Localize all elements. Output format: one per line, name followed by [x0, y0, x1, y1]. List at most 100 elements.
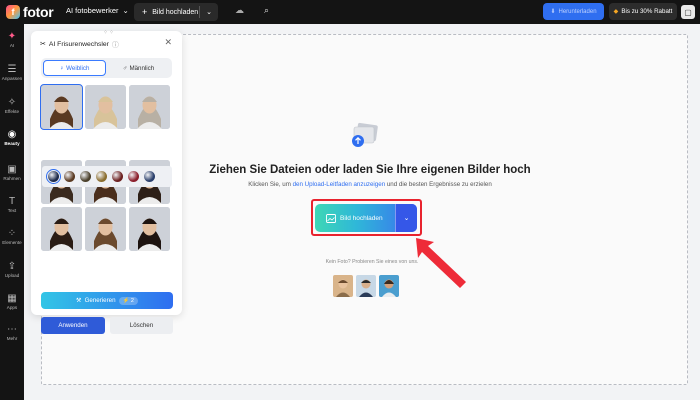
- gender-toggle: ♀ Weiblich ♂ Männlich: [41, 58, 172, 78]
- credit-badge: ⚡ 2: [118, 296, 138, 305]
- hairstyle-option[interactable]: [129, 207, 170, 251]
- discount-button[interactable]: ◆ Bis zu 30% Rabatt: [609, 3, 677, 20]
- upload-guide-link[interactable]: den Upload-Leitfaden anzuzeigen: [293, 181, 386, 188]
- dropzone-subline: Klicken Sie, um den Upload-Leitfaden anz…: [170, 181, 570, 188]
- info-icon[interactable]: ⓘ: [112, 39, 119, 49]
- hairstyle-option[interactable]: [40, 84, 83, 130]
- logo-mark: f: [6, 5, 20, 19]
- top-bar: f fotor AI fotobewerker ⌄ + Bild hochlad…: [0, 0, 700, 24]
- mode-selector[interactable]: AI fotobewerker ⌄: [66, 6, 129, 15]
- sidebar-item-label: Elemente: [2, 240, 22, 245]
- sample-prompt-text: Kein Foto? Probieren Sie eines von uns.: [325, 259, 419, 265]
- image-icon: [326, 213, 336, 223]
- beauty-eye-icon: ◉: [7, 129, 17, 140]
- sidebar-item-ai[interactable]: ✦ AI: [0, 31, 24, 48]
- main-upload-button[interactable]: Bild hochladen ⌄: [315, 204, 417, 232]
- sidebar-item-label: Text: [7, 208, 17, 213]
- sidebar-item-apps[interactable]: ▦ Apps: [0, 293, 24, 310]
- hair-color-swatch[interactable]: [144, 171, 155, 182]
- discount-label: Bis zu 30% Rabatt: [621, 8, 673, 15]
- top-upload-button[interactable]: + Bild hochladen ⌄: [134, 3, 218, 21]
- sample-image[interactable]: [379, 275, 399, 297]
- hairstyle-changer-panel: ⁘⁘ ✂ AI Frisurenwechsler ⓘ ✕ ♀ Weiblich ♂…: [31, 29, 182, 334]
- close-icon[interactable]: ✕: [164, 37, 172, 48]
- male-icon: ♂: [122, 64, 128, 72]
- main-upload-label: Bild hochladen: [340, 214, 383, 222]
- sidebar-item-label: Upload: [4, 273, 20, 278]
- upload-illustration-icon: [352, 122, 378, 147]
- panel-title: AI Frisurenwechsler: [48, 40, 109, 48]
- left-sidebar: ✦ AI ☰ Anpassen ✧ Effekte ◉ Beauty ▣ Rahmen T…: [0, 24, 24, 400]
- apply-button[interactable]: Anwenden: [41, 317, 105, 334]
- apps-icon: ▦: [7, 293, 17, 304]
- plus-icon: +: [142, 7, 148, 17]
- elements-icon: ⁘: [7, 228, 17, 239]
- hairstyle-option[interactable]: [85, 207, 126, 251]
- upload-options-dropdown[interactable]: ⌄: [395, 204, 417, 232]
- hair-color-swatch[interactable]: [128, 171, 139, 182]
- sidebar-item-beauty[interactable]: ◉ Beauty: [0, 129, 24, 146]
- sidebar-item-anpassen[interactable]: ☰ Anpassen: [0, 64, 24, 81]
- sidebar-item-elemente[interactable]: ⁘ Elemente: [0, 228, 24, 245]
- gender-female-label: Weiblich: [66, 64, 90, 72]
- top-upload-label: Bild hochladen: [152, 8, 199, 16]
- sidebar-item-label: Beauty: [4, 141, 20, 146]
- upload-icon: ⇪: [7, 261, 17, 272]
- hairstyle-option[interactable]: [41, 207, 82, 251]
- sample-image[interactable]: [333, 275, 353, 297]
- sidebar-item-rahmen[interactable]: ▣ Rahmen: [0, 164, 24, 181]
- account-icon[interactable]: ▢: [681, 5, 695, 19]
- panel-header: ✂ AI Frisurenwechsler ⓘ: [40, 39, 119, 50]
- female-icon: ♀: [59, 64, 65, 72]
- download-label: Herunterladen: [558, 8, 597, 15]
- sidebar-item-text[interactable]: T Text: [0, 196, 24, 213]
- more-icon: ⋯: [7, 324, 17, 335]
- mode-label: AI fotobewerker: [66, 6, 119, 15]
- hairstyle-option[interactable]: [85, 85, 126, 129]
- sparkle-icon: ✦: [7, 31, 17, 42]
- frame-icon: ▣: [7, 164, 17, 175]
- chevron-down-icon: ⌄: [403, 215, 410, 222]
- chevron-down-icon: ⌄: [122, 6, 129, 15]
- download-icon: ⬇: [550, 9, 556, 15]
- hair-color-swatch[interactable]: [64, 171, 75, 182]
- cloud-icon[interactable]: ☁: [235, 5, 244, 16]
- search-icon[interactable]: ⌕: [264, 5, 269, 16]
- subline-text-before: Klicken Sie, um: [248, 181, 293, 188]
- effects-icon: ✧: [7, 97, 17, 108]
- hairstyle-option[interactable]: [129, 85, 170, 129]
- fotor-logo[interactable]: f fotor: [6, 4, 54, 20]
- subline-text-after: und die besten Ergebnisse zu erzielen: [385, 181, 492, 188]
- hair-color-picker: [42, 166, 172, 187]
- hair-color-swatch[interactable]: [80, 171, 91, 182]
- hair-color-swatch[interactable]: [46, 169, 61, 184]
- sidebar-item-label: Mehr: [6, 336, 18, 341]
- dropzone-headline: Ziehen Sie Dateien oder laden Sie Ihre e…: [209, 164, 531, 176]
- sidebar-item-mehr[interactable]: ⋯ Mehr: [0, 324, 24, 341]
- sliders-icon: ☰: [7, 64, 17, 75]
- clear-button[interactable]: Löschen: [110, 317, 173, 334]
- chevron-down-icon[interactable]: ⌄: [200, 8, 218, 16]
- gender-male-tab[interactable]: ♂ Männlich: [107, 60, 170, 76]
- logo-text: fotor: [23, 4, 54, 20]
- drag-handle-icon[interactable]: ⁘⁘: [103, 29, 115, 36]
- credit-count: 2: [130, 297, 134, 304]
- hair-color-swatch[interactable]: [112, 171, 123, 182]
- sidebar-item-upload[interactable]: ⇪ Upload: [0, 261, 24, 278]
- main-upload-label-group[interactable]: Bild hochladen: [315, 213, 395, 223]
- sidebar-item-effekte[interactable]: ✧ Effekte: [0, 97, 24, 114]
- sidebar-item-label: AI: [9, 43, 15, 48]
- hair-color-swatch[interactable]: [96, 171, 107, 182]
- diamond-icon: ◆: [613, 8, 619, 15]
- sidebar-item-label: Effekte: [4, 109, 20, 114]
- sample-image[interactable]: [356, 275, 376, 297]
- generate-button[interactable]: ⚒ Generieren ⚡ 2: [41, 292, 173, 309]
- hairstyle-tool-icon: ✂: [40, 41, 46, 48]
- gender-male-label: Männlich: [129, 64, 155, 72]
- download-button[interactable]: ⬇ Herunterladen: [543, 3, 604, 20]
- text-icon: T: [8, 196, 16, 207]
- magic-wand-icon: ⚒: [76, 297, 82, 304]
- gender-female-tab[interactable]: ♀ Weiblich: [43, 60, 106, 76]
- sidebar-item-label: Rahmen: [3, 176, 21, 181]
- sidebar-item-label: Apps: [6, 305, 18, 310]
